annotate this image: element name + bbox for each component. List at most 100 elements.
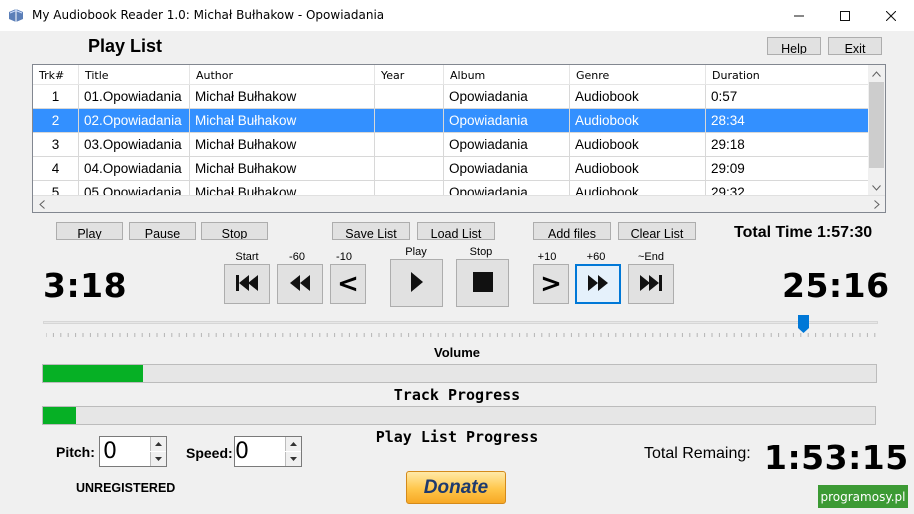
column-header-author[interactable]: Author <box>190 65 375 85</box>
save-list-button[interactable]: Save List <box>332 222 410 240</box>
forward-60-button[interactable] <box>575 264 621 304</box>
cell-title: 01.Opowiadania <box>79 85 190 108</box>
fwd10-label: +10 <box>537 251 557 263</box>
seek-slider-track[interactable] <box>43 321 878 324</box>
minimize-icon[interactable] <box>776 0 822 31</box>
column-header-genre[interactable]: Genre <box>570 65 706 85</box>
seek-slider-thumb[interactable] <box>797 315 809 333</box>
stop-list-button[interactable]: Stop <box>201 222 268 240</box>
vertical-scrollbar[interactable] <box>868 65 885 196</box>
pitch-up-icon[interactable] <box>150 437 166 451</box>
cell-genre: Audiobook <box>570 133 706 156</box>
cell-author: Michał Bułhakow <box>190 85 375 108</box>
scroll-down-icon[interactable] <box>868 179 885 196</box>
seek-slider-ticks <box>46 333 876 337</box>
column-header-duration[interactable]: Duration <box>706 65 869 85</box>
pitch-down-icon[interactable] <box>150 452 166 466</box>
table-row[interactable]: 1 01.Opowiadania Michał Bułhakow Opowiadani… <box>33 85 869 109</box>
elapsed-time: 3:18 <box>43 266 128 305</box>
table-row[interactable]: 3 03.Opowiadania Michał Bułhakow Opowiadani… <box>33 133 869 157</box>
pitch-value[interactable]: 0 <box>103 439 117 464</box>
less-than-icon: < <box>337 269 359 299</box>
vertical-scroll-thumb[interactable] <box>869 82 884 168</box>
speed-down-icon[interactable] <box>285 452 301 466</box>
column-header-album[interactable]: Album <box>444 65 570 85</box>
speed-label: Speed: <box>186 445 233 461</box>
column-header-year[interactable]: Year <box>375 65 444 85</box>
horizontal-scrollbar[interactable] <box>33 195 885 212</box>
cell-title: 04.Opowiadania <box>79 157 190 180</box>
maximize-icon[interactable] <box>822 0 868 31</box>
scroll-left-icon[interactable] <box>33 196 50 212</box>
play-button[interactable] <box>390 259 443 307</box>
speed-stepper[interactable]: 0 <box>234 436 302 467</box>
load-list-button[interactable]: Load List <box>417 222 495 240</box>
pause-button[interactable]: Pause <box>129 222 196 240</box>
cell-album: Opowiadania <box>444 133 570 156</box>
horizontal-scroll-track[interactable] <box>50 197 850 212</box>
playlist-grid[interactable]: Trk# Title Author Year Album Genre Durat… <box>32 64 886 213</box>
volume-label: Volume <box>434 345 480 360</box>
play-list-button[interactable]: Play <box>56 222 123 240</box>
column-header-title[interactable]: Title <box>79 65 190 85</box>
app-book-icon <box>8 8 24 22</box>
skip-to-start-button[interactable] <box>224 264 270 304</box>
rewind-60-button[interactable] <box>277 264 323 304</box>
cell-author: Michał Bułhakow <box>190 133 375 156</box>
exit-button[interactable]: Exit <box>828 37 882 55</box>
registration-status: UNREGISTERED <box>76 481 176 495</box>
cell-author: Michał Bułhakow <box>190 157 375 180</box>
scroll-right-icon[interactable] <box>868 196 885 212</box>
watermark: programosy.pl <box>818 485 908 508</box>
add-files-button[interactable]: Add files <box>533 222 611 240</box>
speed-value[interactable]: 0 <box>235 439 249 464</box>
track-progress-label: Track Progress <box>393 386 521 404</box>
cell-trk: 4 <box>33 157 79 180</box>
window-title: My Audiobook Reader 1.0: Michał Bułhakow… <box>32 8 385 22</box>
skip-end-icon <box>639 274 663 295</box>
speed-up-icon[interactable] <box>285 437 301 451</box>
cell-trk: 2 <box>33 109 79 132</box>
stop-icon <box>472 271 493 295</box>
cell-album: Opowiadania <box>444 85 570 108</box>
cell-year <box>375 85 444 108</box>
cell-album: Opowiadania <box>444 157 570 180</box>
table-row[interactable]: 2 02.Opowiadania Michał Bułhakow Opowiadani… <box>33 109 869 133</box>
cell-year <box>375 157 444 180</box>
pitch-label: Pitch: <box>56 444 95 460</box>
cell-author: Michał Bułhakow <box>190 109 375 132</box>
cell-trk: 3 <box>33 133 79 156</box>
cell-title: 02.Opowiadania <box>79 109 190 132</box>
rewind-icon <box>289 274 311 295</box>
close-icon[interactable] <box>868 0 914 31</box>
scroll-up-icon[interactable] <box>868 65 885 82</box>
total-remaining-label: Total Remaing: <box>644 445 751 462</box>
play-icon <box>410 271 424 296</box>
fast-forward-icon <box>587 274 609 295</box>
help-button[interactable]: Help <box>767 37 821 55</box>
donate-button[interactable]: Donate <box>406 471 506 504</box>
pitch-stepper[interactable]: 0 <box>99 436 167 467</box>
stop-label: Stop <box>469 246 493 258</box>
playlist-header: Trk# Title Author Year Album Genre Durat… <box>33 65 869 85</box>
track-progress-fill <box>43 407 77 424</box>
volume-bar[interactable] <box>42 364 877 383</box>
column-header-trk[interactable]: Trk# <box>33 65 79 85</box>
volume-fill <box>43 365 143 382</box>
skip-to-end-button[interactable] <box>628 264 674 304</box>
table-row[interactable]: 4 04.Opowiadania Michał Bułhakow Opowiadani… <box>33 157 869 181</box>
clear-list-button[interactable]: Clear List <box>618 222 696 240</box>
play-label: Play <box>405 246 427 258</box>
forward-10-button[interactable]: > <box>533 264 569 304</box>
title-bar: My Audiobook Reader 1.0: Michał Bułhakow… <box>0 0 914 31</box>
cell-duration: 29:09 <box>711 161 745 176</box>
back10-label: -10 <box>336 251 352 263</box>
track-progress-bar <box>42 406 876 425</box>
stop-button[interactable] <box>456 259 509 307</box>
cell-genre: Audiobook <box>570 109 706 132</box>
playlist-rows: 1 01.Opowiadania Michał Bułhakow Opowiadani… <box>33 85 869 205</box>
cell-year <box>375 109 444 132</box>
rewind-10-button[interactable]: < <box>330 264 366 304</box>
cell-duration: 29:18 <box>711 137 745 152</box>
cell-year <box>375 133 444 156</box>
